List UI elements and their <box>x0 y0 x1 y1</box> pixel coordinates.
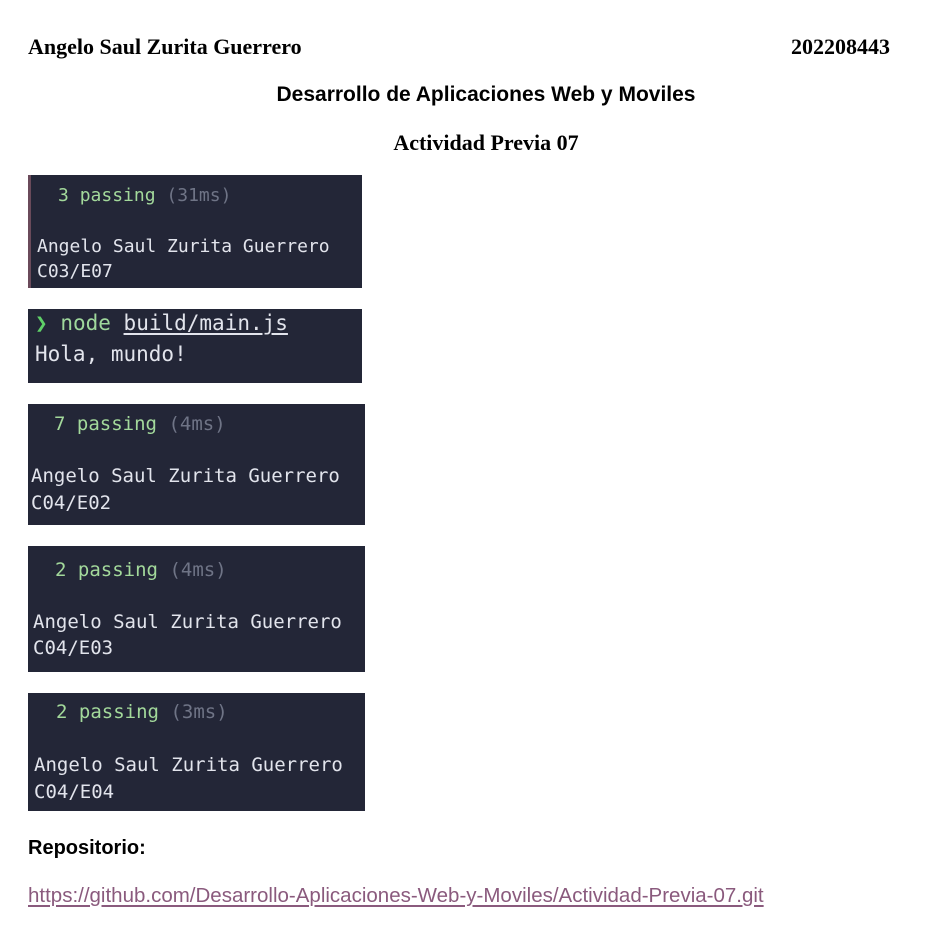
test-summary-line: 7 passing (4ms) <box>54 413 226 435</box>
exercise-code: C04/E02 <box>31 492 112 514</box>
passing-count: 2 <box>55 559 67 581</box>
terminal-screenshot-2: ❯ node build/main.js Hola, mundo! <box>28 309 362 383</box>
passing-count: 7 <box>54 413 66 435</box>
terminal-screenshot-4: 2 passing (4ms) Angelo Saul Zurita Guerr… <box>28 546 365 672</box>
terminal-author-name: Angelo Saul Zurita Guerrero <box>31 465 340 487</box>
test-duration: (4ms) <box>168 413 226 435</box>
command-name: node <box>60 311 111 335</box>
repository-label: Repositorio: <box>28 837 146 859</box>
terminal-author-name: Angelo Saul Zurita Guerrero <box>33 611 342 633</box>
terminal-screenshot-5: 2 passing (3ms) Angelo Saul Zurita Guerr… <box>28 693 365 811</box>
test-duration: (4ms) <box>169 559 227 581</box>
test-summary-line: 2 passing (4ms) <box>55 559 227 581</box>
student-id: 202208443 <box>791 34 890 59</box>
activity-title: Actividad Previa 07 <box>393 130 579 155</box>
passing-label: passing <box>77 559 158 581</box>
terminal-screenshot-3: 7 passing (4ms) Angelo Saul Zurita Guerr… <box>28 404 365 525</box>
exercise-code: C04/E04 <box>34 781 115 803</box>
command-argument: build/main.js <box>123 311 288 335</box>
terminal-author-name: Angelo Saul Zurita Guerrero <box>34 754 343 776</box>
course-title: Desarrollo de Aplicaciones Web y Moviles <box>276 83 696 106</box>
repository-link[interactable]: https://github.com/Desarrollo-Aplicacion… <box>28 882 764 910</box>
passing-label: passing <box>78 701 159 723</box>
test-summary-line: 3 passing (31ms) <box>58 185 231 206</box>
command-output: Hola, mundo! <box>35 342 187 366</box>
passing-label: passing <box>76 413 157 435</box>
terminal-screenshot-1: 3 passing (31ms) Angelo Saul Zurita Guer… <box>28 175 362 288</box>
exercise-code: C03/E07 <box>37 261 113 282</box>
test-duration: (3ms) <box>170 701 228 723</box>
command-line: ❯ node build/main.js <box>35 311 288 335</box>
passing-count: 3 <box>58 185 69 206</box>
passing-label: passing <box>79 185 156 206</box>
test-duration: (31ms) <box>166 185 232 206</box>
exercise-code: C04/E03 <box>33 637 114 659</box>
author-name: Angelo Saul Zurita Guerrero <box>28 34 302 59</box>
passing-count: 2 <box>56 701 68 723</box>
terminal-author-name: Angelo Saul Zurita Guerrero <box>37 236 330 257</box>
prompt-chevron-icon: ❯ <box>35 311 48 335</box>
test-summary-line: 2 passing (3ms) <box>56 701 228 723</box>
